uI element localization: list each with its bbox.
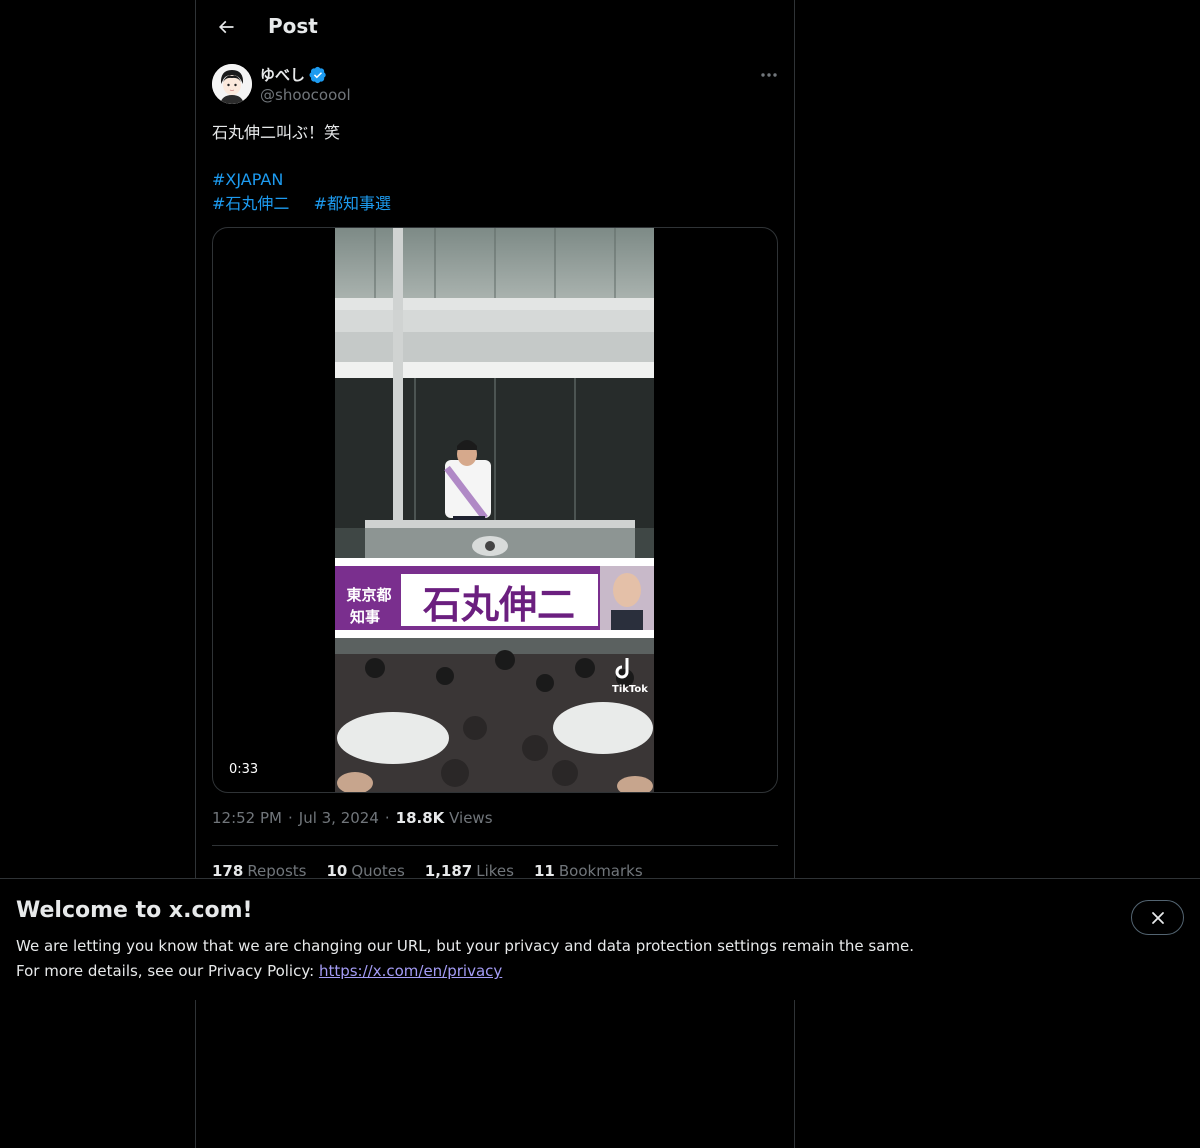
close-icon — [1151, 911, 1164, 924]
video-thumbnail: 東京都 知事 石丸伸二 TikTok — [335, 228, 654, 792]
post-header: Post — [196, 0, 794, 54]
more-horizontal-icon — [761, 73, 777, 77]
views-label: Views — [449, 809, 493, 827]
more-options-button[interactable] — [754, 64, 784, 86]
author-name-row[interactable]: ゆべし — [260, 64, 327, 85]
author-display-name[interactable]: ゆべし — [260, 64, 305, 85]
banner-line-1: We are letting you know that we are chan… — [16, 937, 915, 955]
post-views: 18.8K Views — [396, 809, 493, 827]
banner-line-2-text: For more details, see our Privacy Policy… — [16, 962, 319, 980]
meta-separator: · — [287, 809, 293, 827]
page-title: Post — [268, 14, 318, 38]
tiktok-watermark: TikTok — [612, 684, 648, 695]
banner-close-button[interactable] — [1131, 900, 1184, 935]
post-metadata: 12:52 PM · Jul 3, 2024 · 18.8K Views — [212, 809, 493, 827]
sign-candidate-name: 石丸伸二 — [423, 583, 575, 627]
avatar[interactable] — [212, 64, 252, 104]
banner-body: We are letting you know that we are chan… — [16, 934, 1096, 984]
arrow-left-icon — [218, 20, 234, 34]
banner-line-2: For more details, see our Privacy Policy… — [16, 959, 1096, 984]
url-change-banner: Welcome to x.com! We are letting you kno… — [0, 878, 1200, 1000]
hashtag-link[interactable]: #都知事選 — [314, 194, 391, 213]
sign-text-line1: 東京都 — [346, 586, 391, 604]
hashtag-line-1: #XJAPAN — [212, 168, 772, 192]
video-frame: 東京都 知事 石丸伸二 TikTok — [335, 228, 654, 792]
post-date[interactable]: Jul 3, 2024 — [299, 809, 379, 827]
sign-text-line2: 知事 — [350, 608, 380, 626]
post-time[interactable]: 12:52 PM — [212, 809, 282, 827]
hashtag-link[interactable]: #石丸伸二 — [212, 194, 289, 213]
meta-separator: · — [384, 809, 390, 827]
post-hashtags: #XJAPAN #石丸伸二 #都知事選 — [212, 168, 772, 216]
views-count: 18.8K — [395, 809, 445, 827]
hashtag-link[interactable]: #XJAPAN — [212, 170, 283, 189]
post-text: 石丸伸二叫ぶ！笑 — [212, 123, 341, 142]
author-handle[interactable]: @shoocoool — [260, 86, 351, 104]
verified-badge-icon — [309, 66, 326, 83]
video-duration-badge: 0:33 — [223, 760, 265, 779]
banner-title: Welcome to x.com! — [16, 898, 253, 923]
hashtag-line-2: #石丸伸二 #都知事選 — [212, 192, 772, 216]
divider — [212, 845, 778, 846]
back-button[interactable] — [208, 9, 244, 45]
video-player[interactable]: 東京都 知事 石丸伸二 TikTok 0:33 — [212, 227, 778, 793]
avatar-image — [212, 64, 252, 104]
privacy-policy-link[interactable]: https://x.com/en/privacy — [319, 962, 502, 980]
